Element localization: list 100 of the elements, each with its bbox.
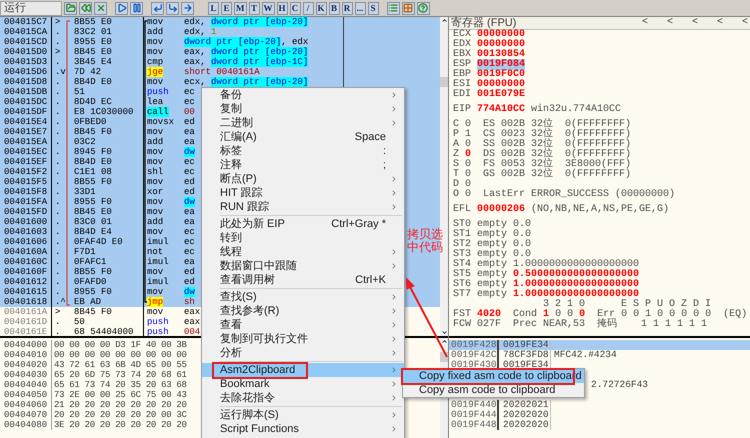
register-line: D 0 [453,180,472,190]
jump-marker: . [54,57,62,67]
stack-address: 0019F440 [449,400,499,410]
jump-marker: . [54,327,62,336]
mnemonic: mov [147,227,164,237]
stack-value: 20202020 [499,410,551,420]
mnemonic: mov [147,147,164,157]
mnemonic: imul [147,277,169,287]
mnemonic: imul [147,257,169,267]
register-line: ST3 empty 0.0 [453,250,532,260]
mnemonic: shl [147,167,164,177]
stack-address: 0019F42C [449,350,499,360]
dump-bytes: 21 20 20 20 20 20 20 20 20 [53,400,187,410]
stack-value: 20202021 [499,400,551,410]
mnemonic: add [147,137,164,147]
mnemonic: mov [147,287,164,297]
mnemonic: mov [147,47,164,57]
jump-marker: . [54,237,62,247]
stack-value: 20202020 [499,420,551,430]
annotation-text: 拷贝选中代码 [407,228,444,254]
jump-marker: . [54,267,62,277]
jump-marker: > [54,47,62,57]
jump-marker: . [54,317,62,327]
jump-marker: > [54,307,62,317]
mnemonic: lea [147,97,164,107]
dump-address: 00404010 [0,350,52,360]
mnemonic: mov [147,307,164,317]
dump-address: 00404040 [0,380,52,390]
mnemonic: add [147,217,164,227]
mnemonic: push [147,317,169,327]
jump-marker: . [54,287,62,297]
mnemonic: mov [147,177,164,187]
register-line: ST6 empty 1.0000000000000000000 [453,280,640,290]
register-line: ST5 empty 0.5000000000000000000 [453,270,640,280]
mnemonic: mov [147,37,164,47]
dump-bytes: 20 20 20 20 20 20 20 00 3C [53,410,187,420]
mnemonic: push [147,327,169,336]
dump-bytes: 00 00 00 00 D3 1F 40 00 3B [53,340,187,350]
dump-address: 00404080 [0,420,52,430]
jump-marker: . [54,137,62,147]
jump-marker: . [54,277,62,287]
register-line: 3 2 1 0 E S P U O Z D I [542,300,712,310]
bytes-cell: 68 54404000 [68,327,144,336]
register-line: EFL 00000206 (NO,NB,NE,A,NS,PE,GE,G) [453,205,670,215]
jump-marker: . [54,247,62,257]
register-line: ST4 empty 1.0000000000000000000 [453,260,640,270]
register-line: ESI 00000000 [453,80,526,90]
jump-marker: .^ [54,297,67,307]
mnemonic: jmp [147,297,164,307]
stack-comment: 2.72726F43 [591,380,648,390]
dump-bytes: 73 2E 00 00 25 6C 75 00 43 [53,390,187,400]
register-line: O 0 LastErr ERROR_SUCCESS (00000000) [453,190,676,200]
jump-marker: . [54,117,62,127]
mnemonic: not [147,247,164,257]
mnemonic: xor [147,187,164,197]
jump-marker: . [54,197,62,207]
dump-bytes: 65 61 73 74 20 35 20 63 68 [53,380,187,390]
jump-marker: . [54,77,62,87]
dump-bytes: 65 20 6D 75 73 74 20 68 61 [53,370,187,380]
dump-bytes: 00 00 00 00 00 00 00 00 00 [53,350,187,360]
jump-marker: . [54,87,62,97]
mnemonic: mov [147,267,164,277]
jump-marker: . [54,127,62,137]
jump-marker: . [54,157,62,167]
stack-address: 0019F448 [449,420,499,430]
dump-address: 00404020 [0,360,52,370]
stack-value: 78CF3FD8 [499,350,551,360]
register-line: ECX 00000000 [453,30,526,40]
mnemonic: cmp [147,57,164,67]
jump-marker: . [54,97,62,107]
stack-address: 0019F444 [449,410,499,420]
dump-address: 00404000 [0,340,52,350]
register-line: EBP 0019F0C0 [453,70,526,80]
register-line: T 0 GS 002B 32位 0(FFFFFFFF) [453,170,632,180]
jump-marker: . [54,257,62,267]
mnemonic: mov [147,77,164,87]
mnemonic: mov [147,17,164,27]
status-field: 运行 [0,0,62,16]
register-line: ESP 0019F084 [453,60,526,70]
register-line: ST0 empty 0.0 [453,220,532,230]
register-line: EDX 00000000 [453,40,526,50]
register-line: EDI 001E079E [453,90,526,100]
register-line: FCW 027F Prec NEAR,53 掩码 1 1 1 1 1 1 [453,320,708,330]
dump-bytes: 3E 20 20 20 20 20 20 20 20 [53,420,187,430]
jump-marker: > [54,17,62,27]
stack-comment: MFC42.#4234 [553,350,617,360]
register-line: EIP 774A10CC win32u.774A10CC [453,105,622,115]
mnemonic: mov [147,197,164,207]
mnemonic: push [147,87,169,97]
mnemonic: mov [147,207,164,217]
mnemonic: mov [147,127,164,137]
stack-address: 0019F428 [449,340,499,350]
dump-bytes: 43 72 61 63 6B 4D 65 00 55 [53,360,187,370]
mnemonic: mov [147,157,164,167]
jump-marker: . [54,207,62,217]
jump-marker: . [54,187,62,197]
mnemonic: imul [147,237,169,247]
dump-address: 00404070 [0,410,52,420]
jump-marker: . [54,147,62,157]
mnemonic: add [147,27,164,37]
